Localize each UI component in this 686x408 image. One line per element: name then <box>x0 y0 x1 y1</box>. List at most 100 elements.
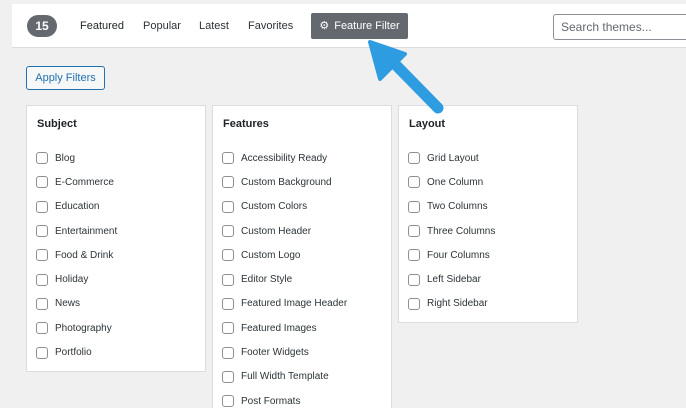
filter-option-label: Custom Colors <box>241 201 308 213</box>
filter-option[interactable]: Featured Image Header <box>222 292 347 316</box>
filter-option-label: News <box>55 298 81 310</box>
filter-option[interactable]: Custom Header <box>222 219 347 243</box>
checkbox[interactable] <box>222 297 234 310</box>
checkbox[interactable] <box>222 346 234 359</box>
filter-option-label: Grid Layout <box>427 152 479 164</box>
checkbox[interactable] <box>408 200 420 213</box>
filter-option-label: E-Commerce <box>55 176 114 188</box>
feature-filter-label: Feature Filter <box>334 20 400 32</box>
filter-option-label: Holiday <box>55 274 89 286</box>
features-options: Accessibility Ready Custom Background Cust… <box>222 146 347 408</box>
filter-option-label: Two Columns <box>427 201 488 213</box>
filter-option[interactable]: Accessibility Ready <box>222 146 347 170</box>
filter-option-label: Portfolio <box>55 347 92 359</box>
feature-filter-button[interactable]: ⚙ Feature Filter <box>311 13 408 39</box>
checkbox[interactable] <box>222 370 234 383</box>
filter-option[interactable]: Entertainment <box>36 219 117 243</box>
filter-option-label: Footer Widgets <box>241 347 309 359</box>
tab-featured[interactable]: Featured <box>80 20 124 32</box>
filter-option[interactable]: Four Columns <box>408 243 495 267</box>
checkbox[interactable] <box>36 297 48 310</box>
filter-option[interactable]: Post Formats <box>222 389 347 408</box>
filter-option-label: Featured Images <box>241 322 317 334</box>
filter-option-label: Post Formats <box>241 395 301 407</box>
checkbox[interactable] <box>222 176 234 189</box>
features-filter-panel: Features Accessibility Ready Custom Backg… <box>212 105 392 408</box>
filter-option[interactable]: Education <box>36 195 117 219</box>
filter-option-label: Food & Drink <box>55 249 114 261</box>
filter-option-label: Accessibility Ready <box>241 152 328 164</box>
checkbox[interactable] <box>36 249 48 262</box>
filter-option[interactable]: Custom Colors <box>222 195 347 219</box>
checkbox[interactable] <box>36 225 48 238</box>
layout-filter-panel: Layout Grid Layout One Column Two Columns T… <box>398 105 578 323</box>
filter-option[interactable]: News <box>36 292 117 316</box>
checkbox[interactable] <box>408 152 420 165</box>
subject-options: Blog E-Commerce Education Entertainment Food… <box>36 146 117 365</box>
checkbox[interactable] <box>36 322 48 335</box>
layout-options: Grid Layout One Column Two Columns Three Co… <box>408 146 495 316</box>
filter-option-label: Four Columns <box>427 249 490 261</box>
gear-icon: ⚙ <box>319 19 330 32</box>
filter-option[interactable]: Portfolio <box>36 340 117 364</box>
filter-option-label: Custom Header <box>241 225 312 237</box>
checkbox[interactable] <box>222 249 234 262</box>
tab-favorites[interactable]: Favorites <box>248 20 293 32</box>
checkbox[interactable] <box>408 225 420 238</box>
apply-filters-button[interactable]: Apply Filters <box>26 66 105 90</box>
checkbox[interactable] <box>408 176 420 189</box>
filter-option[interactable]: Featured Images <box>222 316 347 340</box>
filter-option[interactable]: One Column <box>408 170 495 194</box>
filter-option-label: Editor Style <box>241 274 293 286</box>
checkbox[interactable] <box>36 273 48 286</box>
filter-option[interactable]: Blog <box>36 146 117 170</box>
checkbox[interactable] <box>222 395 234 408</box>
layout-heading: Layout <box>409 118 446 130</box>
filter-option[interactable]: Editor Style <box>222 267 347 291</box>
checkbox[interactable] <box>408 297 420 310</box>
filter-option[interactable]: Holiday <box>36 267 117 291</box>
checkbox[interactable] <box>36 176 48 189</box>
tab-latest[interactable]: Latest <box>199 20 229 32</box>
filter-option[interactable]: Food & Drink <box>36 243 117 267</box>
filter-option-label: Left Sidebar <box>427 274 481 286</box>
checkbox[interactable] <box>222 200 234 213</box>
filter-option[interactable]: Left Sidebar <box>408 267 495 291</box>
filter-option-label: Education <box>55 201 100 213</box>
tab-popular[interactable]: Popular <box>143 20 181 32</box>
filter-option[interactable]: Photography <box>36 316 117 340</box>
checkbox[interactable] <box>222 322 234 335</box>
checkbox[interactable] <box>222 225 234 238</box>
checkbox[interactable] <box>408 273 420 286</box>
subject-heading: Subject <box>37 118 77 130</box>
filter-option-label: Photography <box>55 322 112 334</box>
filter-option[interactable]: E-Commerce <box>36 170 117 194</box>
filter-option-label: Three Columns <box>427 225 496 237</box>
features-heading: Features <box>223 118 269 130</box>
filter-option[interactable]: Footer Widgets <box>222 340 347 364</box>
checkbox[interactable] <box>222 152 234 165</box>
theme-filter-bar: 15 Featured Popular Latest Favorites ⚙ F… <box>12 4 686 48</box>
filter-option-label: Custom Background <box>241 176 332 188</box>
subject-filter-panel: Subject Blog E-Commerce Education Entertain… <box>26 105 206 372</box>
filter-option[interactable]: Custom Logo <box>222 243 347 267</box>
filter-option[interactable]: Three Columns <box>408 219 495 243</box>
filter-option-label: Entertainment <box>55 225 118 237</box>
theme-count-badge: 15 <box>27 15 57 37</box>
filter-option[interactable]: Right Sidebar <box>408 292 495 316</box>
filter-option[interactable]: Grid Layout <box>408 146 495 170</box>
filter-option-label: One Column <box>427 176 484 188</box>
filter-option[interactable]: Custom Background <box>222 170 347 194</box>
checkbox[interactable] <box>222 273 234 286</box>
filter-option-label: Full Width Template <box>241 371 329 383</box>
filter-option-label: Custom Logo <box>241 249 301 261</box>
checkbox[interactable] <box>36 200 48 213</box>
checkbox[interactable] <box>36 346 48 359</box>
filter-option[interactable]: Two Columns <box>408 195 495 219</box>
filter-option[interactable]: Full Width Template <box>222 365 347 389</box>
filter-option-label: Right Sidebar <box>427 298 488 310</box>
checkbox[interactable] <box>408 249 420 262</box>
filter-option-label: Featured Image Header <box>241 298 348 310</box>
search-themes-input[interactable] <box>553 14 686 40</box>
checkbox[interactable] <box>36 152 48 165</box>
